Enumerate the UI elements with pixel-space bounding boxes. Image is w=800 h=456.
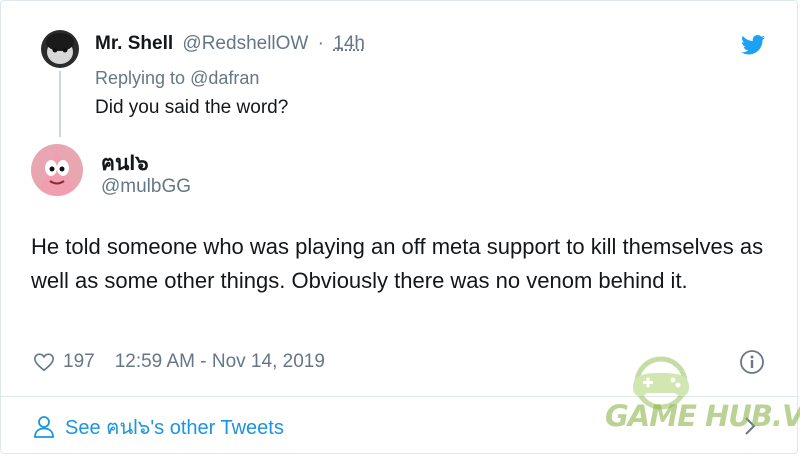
see-other-tweets-link[interactable]: See ฅนl๖'s other Tweets: [33, 411, 284, 443]
parent-time-ago[interactable]: 14h: [333, 33, 365, 54]
main-handle[interactable]: @mulbGG: [101, 176, 191, 198]
replying-prefix: Replying to: [95, 68, 186, 88]
replying-mention[interactable]: @dafran: [190, 68, 259, 88]
thread-line: [59, 71, 61, 137]
tweet-meta: 197 12:59 AM - Nov 14, 2019: [33, 348, 325, 376]
see-other-tweets-label: See ฅนl๖'s other Tweets: [65, 417, 284, 439]
parent-avatar[interactable]: [41, 30, 79, 68]
twitter-bird-icon[interactable]: [741, 35, 765, 55]
parent-header: Mr. Shell @RedshellOW · 14h: [95, 33, 365, 55]
main-tweet-text: He told someone who was playing an off m…: [31, 234, 764, 293]
info-icon[interactable]: [739, 349, 765, 375]
person-icon: [34, 416, 54, 438]
main-avatar[interactable]: [31, 144, 83, 196]
parent-tweet-text: Did you said the word?: [95, 97, 289, 118]
separator-dot: ·: [317, 33, 324, 54]
parent-handle[interactable]: @RedshellOW: [182, 33, 308, 54]
tweet-timestamp[interactable]: 12:59 AM - Nov 14, 2019: [115, 351, 325, 373]
tweet-card: Mr. Shell @RedshellOW · 14h Replying to …: [0, 0, 800, 454]
heart-icon[interactable]: [33, 351, 55, 373]
parent-name[interactable]: Mr. Shell: [95, 33, 173, 54]
watermark-text: GAME HUB.VN: [605, 399, 800, 433]
replying-to: Replying to @dafran: [95, 68, 259, 89]
like-count: 197: [63, 351, 95, 372]
